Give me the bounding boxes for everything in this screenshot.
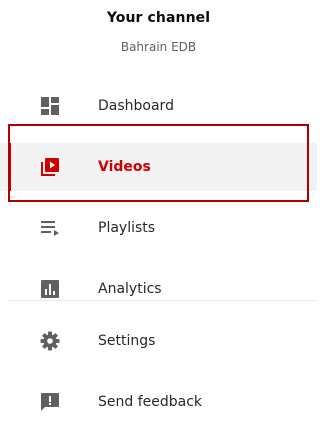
sidebar-item-analytics[interactable]: Analytics — [0, 265, 317, 313]
sidebar-nav: Dashboard Videos Playlists Analytics Set… — [0, 0, 317, 411]
videos-icon — [40, 157, 60, 177]
sidebar-item-label: Videos — [98, 159, 151, 175]
dashboard-icon — [40, 96, 60, 116]
feedback-icon — [40, 392, 60, 412]
sidebar-item-label: Analytics — [98, 281, 162, 297]
sidebar-item-send-feedback[interactable]: Send feedback — [0, 378, 317, 426]
sidebar-item-dashboard[interactable]: Dashboard — [0, 82, 317, 130]
sidebar-item-label: Settings — [98, 333, 156, 349]
analytics-icon — [40, 279, 60, 299]
sidebar-item-label: Dashboard — [98, 98, 174, 114]
sidebar-item-videos[interactable]: Videos — [0, 143, 317, 191]
sidebar-item-label: Playlists — [98, 220, 156, 236]
sidebar-item-settings[interactable]: Settings — [0, 317, 317, 365]
playlists-icon — [40, 218, 60, 238]
gear-icon — [40, 331, 60, 351]
sidebar-item-label: Send feedback — [98, 394, 203, 410]
divider — [8, 300, 317, 301]
active-indicator — [8, 143, 11, 191]
sidebar-item-playlists[interactable]: Playlists — [0, 204, 317, 252]
